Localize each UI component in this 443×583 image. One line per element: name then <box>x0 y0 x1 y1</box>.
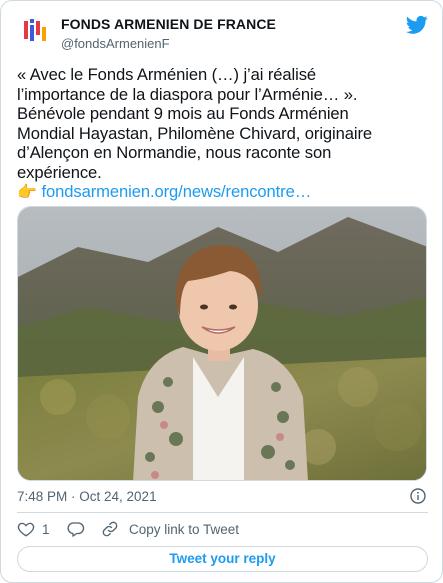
tweet-text-line: Bénévole pendant 9 mois au Fonds Arménie… <box>17 104 349 123</box>
tweet-text-line: expérience. <box>17 162 102 182</box>
tweet-actions: 1 Copy link to Tweet <box>17 519 417 539</box>
tweet-card: FONDS ARMENIEN DE FRANCE @fondsArmenienF… <box>0 0 443 583</box>
link-icon <box>102 521 118 537</box>
tweet-link[interactable]: fondsarmenien.org/news/rencontre… <box>42 182 312 201</box>
copy-link-label: Copy link to Tweet <box>129 521 240 537</box>
divider <box>17 512 428 513</box>
like-action[interactable]: 1 <box>17 519 50 539</box>
reply-icon <box>67 522 85 537</box>
tweet-text: « Avec le Fonds Arménien (…) j’ai réalis… <box>17 65 429 203</box>
twitter-bird-icon[interactable] <box>406 15 428 35</box>
tweet-header: FONDS ARMENIEN DE FRANCE @fondsArmenienF <box>17 15 428 55</box>
tweet-text-line: l’importance de la diaspora pour l’Armén… <box>17 84 358 104</box>
account-name[interactable]: FONDS ARMENIEN DE FRANCE <box>61 16 276 32</box>
account-handle[interactable]: @fondsArmenienF <box>61 36 170 51</box>
tweet-text-line: « Avec le Fonds Arménien (…) j’ai réalis… <box>17 65 317 84</box>
like-count: 1 <box>42 521 50 537</box>
tweet-link-line: 👉 fondsarmenien.org/news/rencontre… <box>17 182 429 203</box>
heart-icon <box>17 522 35 537</box>
tweet-text-line: Mondial Hayastan, Philomène Chivard, ori… <box>17 123 373 143</box>
tweet-timestamp[interactable]: 7:48 PM · Oct 24, 2021 <box>17 489 157 504</box>
photo-illustration <box>18 207 426 480</box>
account-logo[interactable] <box>17 15 51 49</box>
tweet-text-line: d’Alençon en Normandie, nous raconte son <box>17 143 332 162</box>
copy-link-action[interactable]: Copy link to Tweet <box>101 519 239 539</box>
tweet-reply-button[interactable]: Tweet your reply <box>17 546 428 572</box>
tweet-photo[interactable] <box>17 206 427 481</box>
reply-action[interactable] <box>67 519 85 539</box>
info-icon[interactable] <box>410 488 426 504</box>
pointing-hand-emoji: 👉 <box>17 184 37 201</box>
